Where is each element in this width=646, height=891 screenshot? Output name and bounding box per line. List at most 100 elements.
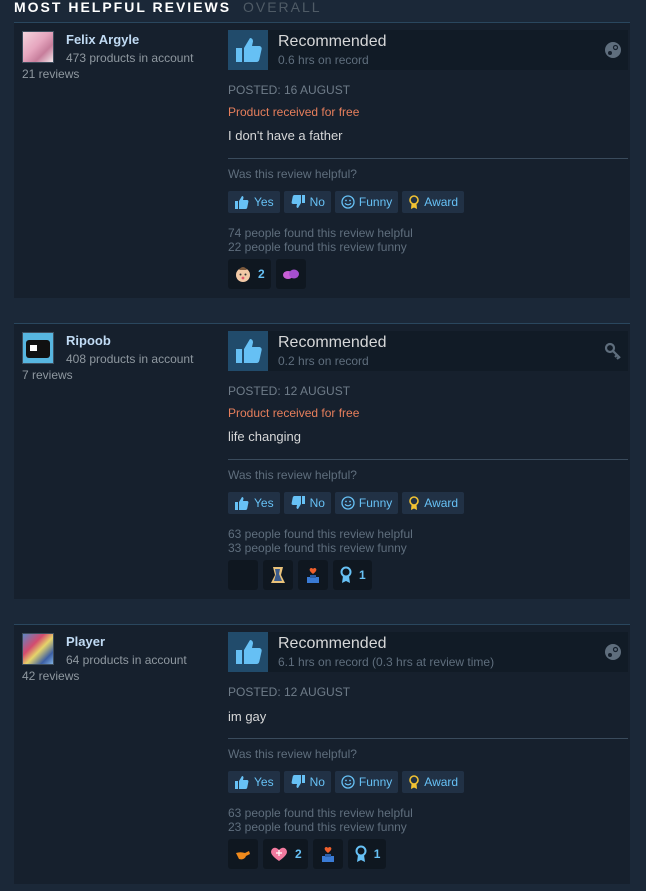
- vote-yes-label: Yes: [254, 195, 274, 209]
- vote-yes-button[interactable]: Yes: [228, 492, 280, 514]
- vote-header[interactable]: Recommended 6.1 hrs on record (0.3 hrs a…: [228, 632, 628, 672]
- hours-on-record: 6.1 hrs on record (0.3 hrs at review tim…: [278, 655, 495, 669]
- author-products: 64 products in account: [66, 653, 187, 667]
- review-stats: 63 people found this review helpful 23 p…: [228, 806, 413, 834]
- smiley-icon: [341, 775, 355, 789]
- award-item[interactable]: 1: [333, 560, 372, 590]
- helpful-count: 63 people found this review helpful: [228, 806, 413, 820]
- key-icon: [604, 342, 621, 360]
- award-item[interactable]: 2: [263, 839, 308, 869]
- author-review-count[interactable]: 7 reviews: [22, 368, 73, 382]
- author-review-count[interactable]: 21 reviews: [22, 67, 79, 81]
- thumbs-up-icon: [235, 196, 249, 209]
- award-medal-icon: [409, 194, 420, 209]
- vote-buttons: Yes No Funny Award: [228, 492, 465, 514]
- vote-header[interactable]: Recommended 0.6 hrs on record: [228, 30, 628, 70]
- award-item[interactable]: [312, 839, 343, 869]
- vote-header[interactable]: Recommended 0.2 hrs on record: [228, 331, 628, 371]
- author-name[interactable]: Ripoob: [66, 333, 111, 348]
- author-products: 473 products in account: [66, 51, 194, 65]
- section-title: MOST HELPFUL REVIEWS: [14, 0, 232, 15]
- review-text: im gay: [228, 709, 267, 724]
- review-card: Felix Argyle 473 products in account 21 …: [14, 22, 630, 298]
- award-label: Award: [424, 775, 459, 789]
- award-count: 1: [373, 847, 381, 861]
- recommendation-title: Recommended: [278, 334, 387, 351]
- helpful-count: 63 people found this review helpful: [228, 527, 413, 541]
- thumbs-up-icon: [235, 776, 249, 789]
- author-name[interactable]: Felix Argyle: [66, 32, 139, 47]
- author-name[interactable]: Player: [66, 634, 105, 649]
- thumbs-down-icon: [291, 496, 305, 509]
- vote-buttons: Yes No Funny Award: [228, 771, 465, 793]
- divider: [228, 738, 628, 739]
- award-item[interactable]: [228, 560, 258, 590]
- vote-no-label: No: [309, 775, 325, 789]
- award-label: Award: [424, 195, 459, 209]
- avatar[interactable]: [22, 332, 54, 364]
- award-label: Award: [424, 496, 459, 510]
- vote-yes-button[interactable]: Yes: [228, 191, 280, 213]
- vote-funny-button[interactable]: Funny: [334, 492, 399, 514]
- character-award-icon: [271, 567, 285, 583]
- vote-no-button[interactable]: No: [283, 492, 331, 514]
- vote-funny-label: Funny: [358, 496, 393, 510]
- award-item[interactable]: 2: [228, 259, 271, 289]
- section-subtitle[interactable]: OVERALL: [243, 0, 322, 15]
- trophy-heart-icon: [321, 846, 334, 862]
- thumbs-down-icon: [291, 775, 305, 788]
- thumbs-up-icon: [235, 497, 249, 510]
- blank-award-icon: [235, 567, 251, 583]
- helpful-question: Was this review helpful?: [228, 167, 357, 181]
- award-button[interactable]: Award: [402, 771, 465, 793]
- author-review-count[interactable]: 42 reviews: [22, 669, 79, 683]
- review-card: Ripoob 408 products in account 7 reviews…: [14, 323, 630, 599]
- hours-on-record: 0.2 hrs on record: [278, 354, 369, 368]
- award-list: 2: [228, 259, 306, 289]
- award-item[interactable]: [275, 259, 306, 289]
- section-header: MOST HELPFUL REVIEWS OVERALL: [14, 0, 322, 16]
- vote-no-label: No: [309, 496, 325, 510]
- award-list: 1: [228, 560, 372, 590]
- ribbon-award-icon: [340, 566, 352, 583]
- heart-award-icon: [271, 847, 287, 861]
- award-count: 2: [295, 847, 302, 861]
- smiley-icon: [341, 496, 355, 510]
- avatar[interactable]: [22, 31, 54, 63]
- avatar[interactable]: [22, 633, 54, 665]
- recommendation-title: Recommended: [278, 33, 387, 50]
- award-item[interactable]: [298, 560, 328, 590]
- award-button[interactable]: Award: [402, 191, 465, 213]
- hours-on-record: 0.6 hrs on record: [278, 53, 369, 67]
- vote-no-button[interactable]: No: [283, 191, 331, 213]
- vote-yes-button[interactable]: Yes: [228, 771, 280, 793]
- thumbs-up-icon: [228, 30, 268, 70]
- steam-icon: [605, 42, 621, 58]
- trophy-heart-icon: [307, 567, 319, 583]
- review-text: life changing: [228, 429, 301, 444]
- award-count: 1: [359, 568, 366, 582]
- award-item[interactable]: [263, 560, 293, 590]
- helpful-question: Was this review helpful?: [228, 468, 357, 482]
- review-card: Player 64 products in account 42 reviews…: [14, 624, 630, 884]
- smiley-icon: [341, 195, 355, 209]
- vote-no-button[interactable]: No: [283, 771, 331, 793]
- vote-yes-label: Yes: [254, 775, 274, 789]
- posted-date: POSTED: 16 AUGUST: [228, 83, 351, 97]
- thumbs-down-icon: [291, 195, 305, 208]
- divider: [228, 459, 628, 460]
- vote-funny-label: Funny: [358, 195, 393, 209]
- vote-yes-label: Yes: [254, 496, 274, 510]
- received-free-note: Product received for free: [228, 406, 360, 420]
- helpful-count: 74 people found this review helpful: [228, 226, 413, 240]
- ribbon-award-icon: [355, 845, 367, 862]
- funny-count: 23 people found this review funny: [228, 820, 407, 834]
- award-item[interactable]: 1: [347, 839, 387, 869]
- award-button[interactable]: Award: [402, 492, 465, 514]
- award-item[interactable]: [228, 839, 258, 869]
- funny-count: 22 people found this review funny: [228, 240, 407, 254]
- vote-funny-button[interactable]: Funny: [334, 771, 399, 793]
- vote-funny-button[interactable]: Funny: [334, 191, 399, 213]
- helpful-question: Was this review helpful?: [228, 747, 357, 761]
- award-medal-icon: [409, 774, 420, 789]
